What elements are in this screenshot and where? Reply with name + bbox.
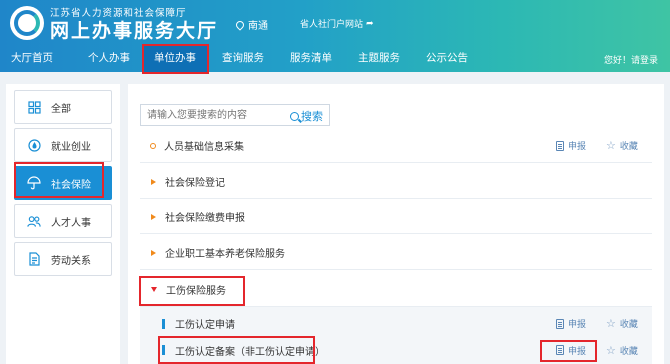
- sidebar-item-employment[interactable]: 就业创业: [14, 128, 112, 162]
- grid-icon: [27, 100, 41, 114]
- droplet-icon: [27, 138, 41, 152]
- location-label: 南通: [248, 21, 268, 32]
- main-nav: 大厅首页 个人办事 单位办事 查询服务 服务清单 主题服务 公示公告: [0, 44, 670, 72]
- logo[interactable]: [10, 6, 44, 40]
- search-box: 搜索: [140, 104, 330, 126]
- star-icon: ☆: [606, 343, 616, 357]
- service-panel: 搜索 人员基础信息采集 申报 ☆ 收藏 社会保险登记 社会保险缴费申报 企业职工…: [128, 84, 664, 364]
- document-icon: [27, 252, 41, 266]
- sidebar-item-label: 就业创业: [51, 141, 91, 153]
- apply-label: 申报: [568, 142, 587, 152]
- apply-button[interactable]: 申报: [556, 317, 586, 330]
- nav-item-notice[interactable]: 公示公告: [418, 44, 476, 72]
- sidebar-item-label: 全部: [51, 103, 71, 115]
- apply-button[interactable]: 申报: [556, 344, 586, 357]
- favorite-button[interactable]: ☆ 收藏: [606, 344, 638, 357]
- nav-item-theme[interactable]: 主题服务: [350, 44, 408, 72]
- nav-item-query[interactable]: 查询服务: [214, 44, 272, 72]
- caret-right-icon: [151, 178, 156, 185]
- service-category-payment[interactable]: 社会保险缴费申报: [140, 200, 652, 234]
- sidebar-item-label: 人才人事: [51, 217, 91, 229]
- favorite-button[interactable]: ☆ 收藏: [606, 139, 638, 152]
- service-row-personnel-info[interactable]: 人员基础信息采集 申报 ☆ 收藏: [140, 129, 652, 163]
- service-label: 社会保险登记: [165, 178, 225, 189]
- portal-link[interactable]: 省人社门户网站 ➦: [300, 17, 374, 31]
- service-label: 社会保险缴费申报: [165, 213, 245, 224]
- nav-item-personal[interactable]: 个人办事: [80, 44, 138, 72]
- search-icon: [290, 111, 299, 121]
- search-button-label: 搜索: [301, 110, 323, 123]
- apply-label: 申报: [568, 320, 587, 330]
- sidebar-item-all[interactable]: 全部: [14, 90, 112, 124]
- site-title: 网上办事服务大厅: [50, 20, 219, 42]
- sub-item-marker: [162, 345, 165, 355]
- form-icon: [556, 318, 564, 329]
- location-pin-icon: [234, 18, 246, 31]
- caret-right-icon: [151, 213, 156, 220]
- sub-item-marker: [162, 318, 165, 329]
- sidebar-item-label: 劳动关系: [51, 255, 91, 267]
- service-label: 工伤认定申请: [175, 320, 235, 331]
- umbrella-icon: [27, 176, 41, 190]
- category-sidebar: 全部 就业创业 社会保险 人才人事 劳动关系: [6, 84, 120, 364]
- sidebar-item-social-insurance[interactable]: 社会保险: [14, 166, 112, 200]
- star-icon: ☆: [606, 139, 616, 152]
- nav-item-unit[interactable]: 单位办事: [142, 44, 208, 72]
- form-icon: [556, 140, 564, 151]
- caret-right-icon: [151, 249, 156, 256]
- site-header: 江苏省人力资源和社会保障厅 网上办事服务大厅 南通 省人社门户网站 ➦ 大厅首页…: [0, 0, 670, 72]
- circle-bullet-icon: [150, 142, 156, 149]
- apply-button[interactable]: 申报: [556, 139, 586, 152]
- favorite-label: 收藏: [619, 320, 638, 330]
- location-selector[interactable]: 南通: [234, 17, 268, 32]
- service-label: 工伤保险服务: [166, 286, 226, 297]
- service-label: 人员基础信息采集: [164, 142, 244, 153]
- service-row-injury-filing[interactable]: 工伤认定备案（非工伤认定申请） 申报 ☆ 收藏: [140, 336, 652, 364]
- portal-link-label: 省人社门户网站: [300, 20, 364, 30]
- form-icon: [556, 345, 564, 355]
- search-button[interactable]: 搜索: [290, 108, 323, 124]
- service-label: 企业职工基本养老保险服务: [165, 249, 285, 260]
- external-link-icon: ➦: [366, 18, 374, 29]
- sidebar-item-label: 社会保险: [51, 179, 91, 191]
- nav-item-service-list[interactable]: 服务清单: [282, 44, 340, 72]
- service-category-pension[interactable]: 企业职工基本养老保险服务: [140, 236, 652, 270]
- people-icon: [27, 214, 41, 228]
- sidebar-item-talent[interactable]: 人才人事: [14, 204, 112, 238]
- service-category-registration[interactable]: 社会保险登记: [140, 165, 652, 199]
- caret-down-icon: [151, 287, 157, 292]
- favorite-button[interactable]: ☆ 收藏: [606, 317, 638, 330]
- sidebar-item-labor[interactable]: 劳动关系: [14, 242, 112, 276]
- service-label: 工伤认定备案（非工伤认定申请）: [175, 346, 325, 358]
- nav-item-home[interactable]: 大厅首页: [6, 44, 58, 72]
- service-category-injury[interactable]: 工伤保险服务: [140, 273, 652, 307]
- apply-label: 申报: [568, 346, 587, 357]
- login-link[interactable]: 您好！请登录: [604, 53, 658, 66]
- favorite-label: 收藏: [619, 142, 638, 152]
- star-icon: ☆: [606, 317, 616, 330]
- favorite-label: 收藏: [619, 346, 638, 357]
- search-input[interactable]: [141, 105, 281, 125]
